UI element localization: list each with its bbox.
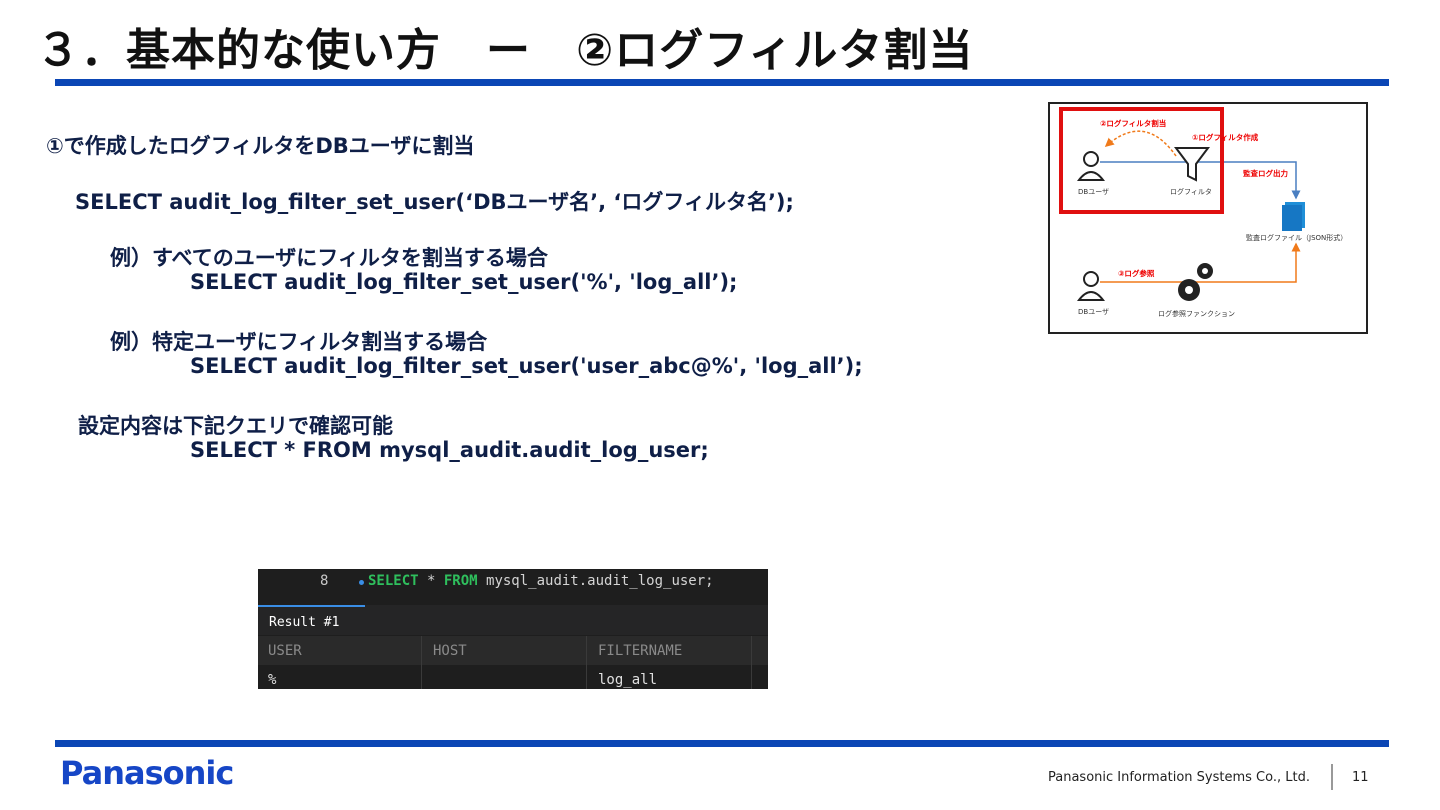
label-filter: ログフィルタ: [1170, 187, 1212, 196]
company-name: Panasonic Information Systems Co., Ltd.: [1048, 770, 1310, 785]
example2-sql: SELECT audit_log_filter_set_user('user_a…: [190, 354, 863, 378]
example2-label: 例）特定ユーザにフィルタ割当する場合: [110, 330, 488, 354]
panasonic-logo: Panasonic: [60, 754, 234, 792]
check-sql: SELECT * FROM mysql_audit.audit_log_user…: [190, 438, 709, 462]
label-assign: ②ログフィルタ割当: [1100, 118, 1166, 128]
result-header-row: [258, 636, 768, 665]
label-ref-function: ログ参照ファンクション: [1158, 309, 1235, 318]
column-user[interactable]: USER: [268, 643, 302, 659]
page-number: 11: [1352, 770, 1369, 785]
example1-sql: SELECT audit_log_filter_set_user('%', 'l…: [190, 270, 738, 294]
query-editor-screenshot: 8 SELECT * FROM mysql_audit.audit_log_us…: [258, 569, 768, 689]
sql-statement: SELECT * FROM mysql_audit.audit_log_user…: [368, 573, 714, 589]
architecture-diagram: ②ログフィルタ割当 ①ログフィルタ作成 監査ログ出力 ③ログ参照 DBユーザ ロ…: [1048, 102, 1368, 334]
footer-divider: [1331, 764, 1333, 790]
cell-filtername[interactable]: log_all: [598, 672, 657, 688]
footer-rule: [55, 740, 1389, 747]
funnel-icon: [1174, 147, 1210, 182]
line-number: 8: [320, 573, 329, 589]
assign-arrow: [1104, 130, 1177, 157]
tab-result-1[interactable]: Result #1: [258, 605, 365, 635]
title-underline: [55, 79, 1389, 86]
sql-keyword-from: FROM: [443, 573, 478, 589]
active-line-dot: [359, 580, 364, 585]
user-icon: [1076, 271, 1106, 301]
syntax-line: SELECT audit_log_filter_set_user(‘DBユーザ名…: [75, 190, 794, 214]
column-host[interactable]: HOST: [433, 643, 467, 659]
check-label: 設定内容は下記クエリで確認可能: [78, 414, 393, 438]
cell-user[interactable]: %: [268, 672, 276, 688]
document-icon: [1282, 202, 1305, 231]
label-audit-file: 監査ログファイル（JSON形式）: [1246, 233, 1347, 242]
label-user-top: DBユーザ: [1078, 188, 1109, 196]
label-output: 監査ログ出力: [1243, 168, 1288, 178]
user-icon: [1076, 151, 1106, 181]
sql-table: mysql_audit.audit_log_user;: [477, 573, 714, 589]
sql-star: *: [418, 573, 444, 589]
column-filtername[interactable]: FILTERNAME: [598, 643, 682, 659]
slide-title: ３．基本的な使い方 ー ②ログフィルタ割当: [36, 25, 974, 76]
sql-keyword-select: SELECT: [368, 573, 419, 589]
label-ref: ③ログ参照: [1118, 268, 1155, 278]
assign-heading: ①で作成したログフィルタをDBユーザに割当: [46, 134, 475, 158]
label-user-bottom: DBユーザ: [1078, 308, 1109, 316]
label-create: ①ログフィルタ作成: [1192, 132, 1259, 142]
example1-label: 例）すべてのユーザにフィルタを割当する場合: [110, 246, 548, 270]
